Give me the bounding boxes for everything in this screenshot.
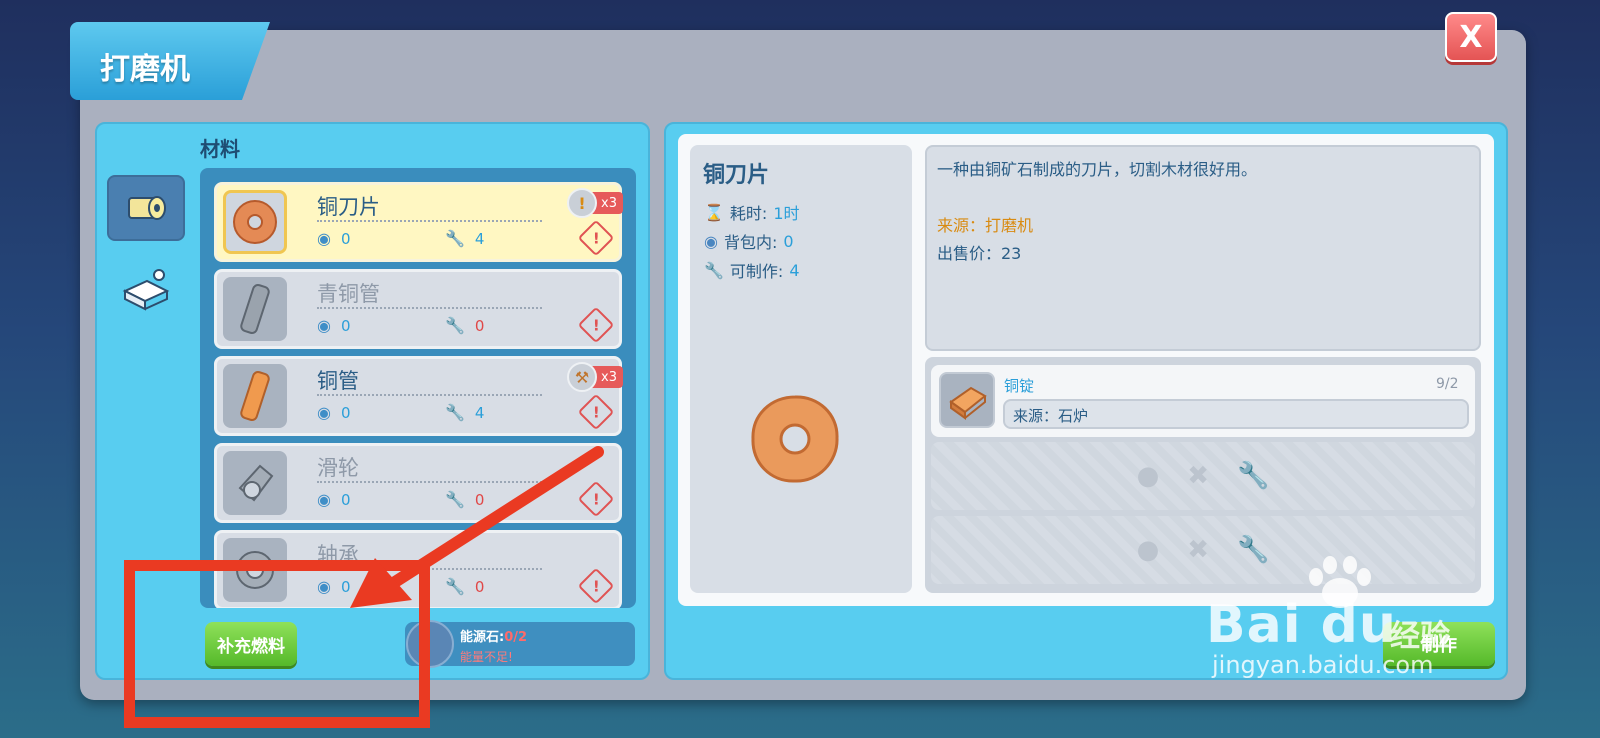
warning-icon: ! [577, 567, 615, 605]
craftable-count: 0 [474, 490, 485, 509]
item-name: 铜管 [317, 369, 359, 393]
badge-label: x3 [601, 195, 617, 211]
divider [317, 307, 542, 309]
list-item[interactable]: 铜管 ◉ 0 🔧 4 ! ⚒ x3 [214, 356, 623, 436]
item-description: 一种由铜矿石制成的刀片，切割木材很好用。 [937, 160, 1258, 179]
watermark-logo: Bai du [1206, 595, 1397, 655]
item-name: 青铜管 [317, 282, 380, 306]
saw-icon: ⚒ [567, 362, 598, 392]
hint-bulb-icon: ! [567, 188, 598, 218]
item-name: 铜刀片 [317, 195, 380, 219]
apple-icon: ● [1136, 461, 1160, 491]
cross-icon: ✖ [1187, 461, 1210, 491]
wrench-icon: 🔧 [704, 260, 724, 280]
divider [317, 481, 542, 483]
item-source: 来源：打磨机 [937, 216, 1034, 235]
backpack-icon: ◉ [704, 231, 718, 251]
copper-pipe-icon [240, 371, 270, 421]
material-list[interactable]: 铜刀片 ◉ 0 🔧 4 ! ! x3 青铜管 ◉ 0 🔧 0 ! 铜管 ◉ 0 … [200, 168, 636, 608]
time-value: 1时 [773, 204, 800, 223]
bronze-pipe-icon [240, 284, 270, 334]
wrench-icon: 🔧 [445, 316, 465, 335]
craft-label: 可制作: [729, 262, 784, 281]
section-label: 材料 [200, 137, 240, 161]
badge-label: x3 [601, 369, 617, 385]
backpack-icon: ◉ [317, 490, 331, 509]
time-label: 耗时: [729, 204, 768, 223]
annotation-highlight-box [124, 560, 430, 728]
copper-ingot-icon [949, 386, 987, 420]
craftable-count: 0 [474, 577, 485, 596]
backpack-icon: ◉ [317, 316, 331, 335]
wrench-icon: 🔧 [445, 577, 465, 596]
bag-count: 0 [340, 490, 351, 509]
item-thumbnail [223, 451, 287, 515]
divider [317, 220, 542, 222]
warning-icon: ! [577, 393, 615, 431]
bag-label: 背包内: [723, 233, 778, 252]
item-thumbnail [223, 277, 287, 341]
craft-value: 4 [789, 260, 800, 280]
wrench-icon: 🔧 [445, 403, 465, 422]
item-thumbnail [223, 190, 287, 254]
bag-count: 0 [340, 229, 351, 248]
bag-count: 0 [340, 403, 351, 422]
pulley-icon [238, 464, 274, 502]
tab-tools[interactable] [107, 256, 185, 322]
hourglass-icon: ⌛ [704, 202, 724, 222]
craftable-count: 0 [474, 316, 485, 335]
detail-item-name: 铜刀片 [703, 163, 770, 188]
item-name: 滑轮 [317, 456, 359, 480]
warning-icon: ! [577, 219, 615, 257]
item-thumbnail [223, 364, 287, 428]
quantity-badge: ! x3 [567, 188, 623, 218]
energy-label: 能源石:0/2 [460, 630, 528, 645]
bag-count: 0 [340, 316, 351, 335]
energy-warning: 能量不足! [460, 650, 513, 664]
quantity-badge: ⚒ x3 [567, 362, 623, 392]
wrench-icon: 🔧 [445, 490, 465, 509]
bag-value: 0 [783, 231, 794, 251]
watermark: Bai du 经验 jingyan.baidu.com [1200, 555, 1490, 679]
list-item[interactable]: 滑轮 ◉ 0 🔧 0 ! [214, 443, 622, 523]
cylinder-icon [128, 196, 166, 220]
tab-materials[interactable] [107, 175, 185, 241]
warning-icon: ! [577, 306, 615, 344]
window-title: 打磨机 [70, 22, 270, 100]
craftable-count: 4 [474, 403, 485, 422]
backpack-icon: ◉ [317, 403, 331, 422]
warning-icon: ! [577, 480, 615, 518]
watermark-label: 经验 [1390, 619, 1450, 654]
requirement-name: 铜锭 [1004, 377, 1035, 395]
divider [317, 394, 542, 396]
energy-value: 0/2 [504, 630, 528, 645]
item-price: 出售价：23 [937, 244, 1022, 263]
craftable-count: 4 [474, 229, 485, 248]
copper-blade-icon [233, 200, 277, 244]
list-item[interactable]: 铜刀片 ◉ 0 🔧 4 ! ! x3 [214, 182, 623, 262]
wrench-icon: 🔧 [1237, 461, 1270, 491]
apple-icon: ● [1136, 535, 1160, 565]
backpack-icon: ◉ [317, 229, 331, 248]
watermark-url: jingyan.baidu.com [1212, 651, 1434, 679]
empty-requirement-slot: ● ✖ 🔧 [931, 442, 1475, 510]
list-item[interactable]: 青铜管 ◉ 0 🔧 0 ! [214, 269, 622, 349]
wrench-icon: 🔧 [445, 229, 465, 248]
requirement-thumbnail [939, 372, 995, 428]
close-button[interactable]: X [1445, 12, 1497, 62]
copper-blade-preview-icon [751, 395, 839, 483]
requirement-count: 9/2 [1436, 376, 1459, 392]
workbench-icon [122, 269, 170, 311]
requirement-source: 来源：石炉 [1003, 399, 1469, 429]
